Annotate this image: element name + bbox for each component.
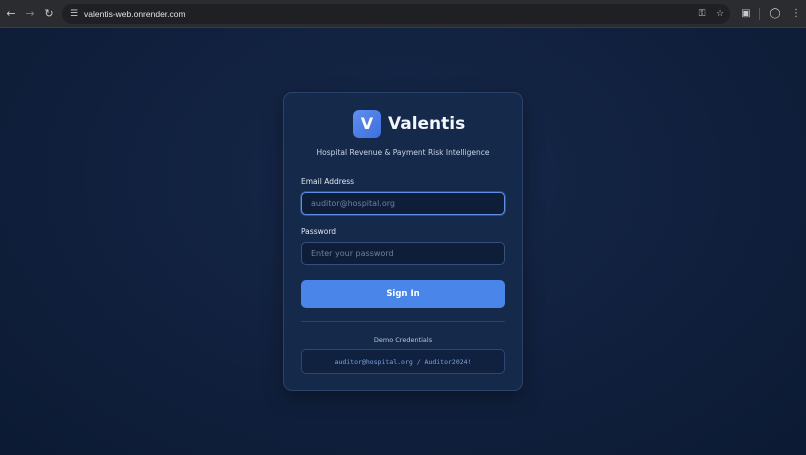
password-input[interactable]: [301, 242, 505, 265]
email-input[interactable]: [301, 192, 505, 215]
star-icon[interactable]: ☆: [713, 7, 727, 21]
toolbar-divider: [759, 8, 760, 20]
tagline: Hospital Revenue & Payment Risk Intellig…: [316, 148, 490, 157]
sign-in-button[interactable]: Sign In: [301, 280, 505, 308]
page-content: V Valentis Hospital Revenue & Payment Ri…: [0, 28, 806, 455]
brand-name: Valentis: [388, 114, 466, 134]
key-icon[interactable]: ⚿: [695, 7, 709, 21]
arrow-left-icon[interactable]: ←: [4, 7, 18, 21]
browser-toolbar: ← → ↻ ☰ valentis-web.onrender.com ⚿ ☆ ▣ …: [0, 0, 806, 28]
divider: [301, 321, 505, 322]
login-card: V Valentis Hospital Revenue & Payment Ri…: [283, 92, 523, 391]
tune-icon[interactable]: ☰: [68, 8, 80, 20]
demo-credentials-box: auditor@hospital.org / Auditor2024!: [301, 349, 505, 374]
arrow-right-icon[interactable]: →: [23, 7, 37, 21]
cast-icon[interactable]: ▣: [739, 7, 753, 21]
email-label: Email Address: [301, 177, 355, 186]
demo-credentials-title: Demo Credentials: [373, 336, 433, 344]
url-text[interactable]: valentis-web.onrender.com: [84, 7, 186, 21]
profile-icon[interactable]: ◯: [768, 7, 782, 21]
password-label: Password: [301, 227, 337, 236]
reload-icon[interactable]: ↻: [42, 7, 56, 21]
kebab-menu-icon[interactable]: ⋮: [789, 7, 803, 21]
demo-credentials-text: auditor@hospital.org / Auditor2024!: [334, 358, 472, 366]
logo-icon: V: [353, 110, 381, 138]
address-bar[interactable]: ☰ valentis-web.onrender.com ⚿ ☆: [62, 4, 730, 24]
